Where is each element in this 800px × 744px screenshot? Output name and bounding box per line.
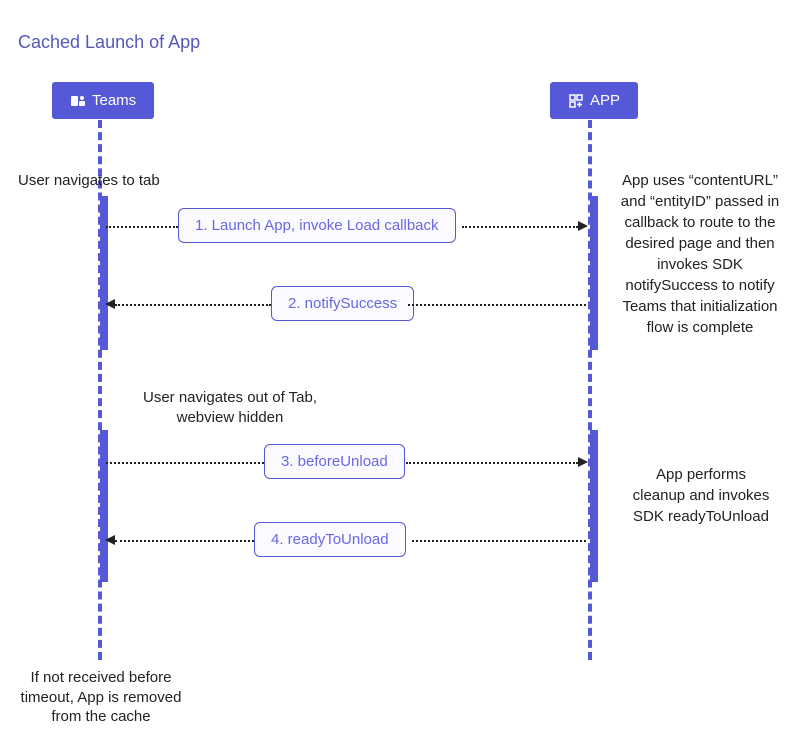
note-nav-out: User navigates out of Tab, webview hidde… xyxy=(120,388,340,427)
arrow-m4-right xyxy=(412,540,586,542)
message-ready-to-unload: 4. readyToUnload xyxy=(254,522,406,557)
arrow-m1-left xyxy=(106,226,178,228)
arrow-head-m2 xyxy=(105,299,115,309)
lifeline-app xyxy=(588,120,592,660)
activation-app-1 xyxy=(590,196,598,350)
note-timeout: If not received before timeout, App is r… xyxy=(4,668,198,727)
activation-app-2 xyxy=(590,430,598,582)
arrow-m1-right xyxy=(462,226,578,228)
arrow-m2-right xyxy=(408,304,586,306)
lifeline-teams xyxy=(98,120,102,660)
message-launch-app: 1. Launch App, invoke Load callback xyxy=(178,208,456,243)
arrow-head-m4 xyxy=(105,535,115,545)
arrow-head-m3 xyxy=(578,457,588,467)
note-nav-to-tab: User navigates to tab xyxy=(18,172,160,189)
activation-teams-1 xyxy=(100,196,108,350)
message-notify-success: 2. notifySuccess xyxy=(271,286,414,321)
note-app-uses: App uses “contentURL” and “entityID” pas… xyxy=(614,170,786,338)
arrow-m3-left xyxy=(106,462,264,464)
actor-teams-label: Teams xyxy=(92,92,136,109)
app-icon xyxy=(568,93,584,109)
arrow-m4-left xyxy=(115,540,254,542)
actor-app-label: APP xyxy=(590,92,620,109)
teams-icon xyxy=(70,93,86,109)
actor-app: APP xyxy=(550,82,638,119)
diagram-title: Cached Launch of App xyxy=(18,32,200,53)
message-before-unload: 3. beforeUnload xyxy=(264,444,405,479)
note-cleanup: App performs cleanup and invokes SDK rea… xyxy=(628,464,774,527)
arrow-head-m1 xyxy=(578,221,588,231)
arrow-m3-right xyxy=(406,462,578,464)
arrow-m2-left xyxy=(115,304,271,306)
actor-teams: Teams xyxy=(52,82,154,119)
activation-teams-2 xyxy=(100,430,108,582)
